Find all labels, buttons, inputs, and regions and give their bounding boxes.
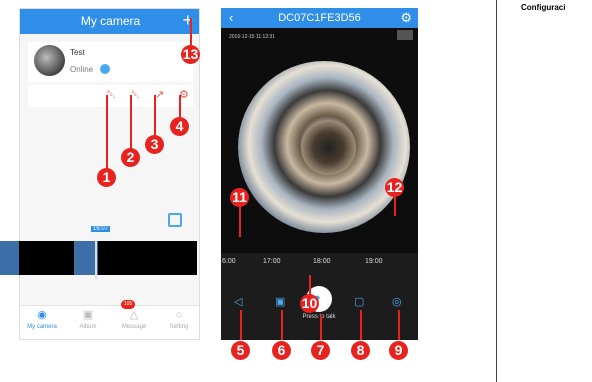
marker-stem [106,95,108,170]
online-indicator-icon [100,64,110,74]
nav-setting[interactable]: ○ Setting [157,309,199,330]
marker-11: 11 [230,188,249,207]
camera-thumbnail [34,45,65,76]
bell-icon: △ [129,309,139,321]
marker-4: 4 [170,117,189,136]
marker-12: 12 [385,178,404,197]
marker-9: 9 [389,341,408,360]
camera-name: Test [70,48,85,57]
bottom-nav: ◉ My camera ▣ Album △ Message ○ Setting [20,305,199,339]
marker-stem [179,95,181,117]
album-icon: ▣ [82,309,94,321]
header-bar: My camera + [20,9,199,34]
device-id-title: DC07C1FE3D56 [278,12,361,24]
video-timestamp: 2016-12-15 11:12:31 [229,34,276,40]
marker-stem [309,275,311,295]
bell-icon[interactable]: ␇ [107,89,116,101]
view-mode-icon[interactable] [168,213,182,227]
timeline[interactable] [0,241,197,275]
marker-stem [394,196,396,216]
current-time-label: 16:07 [91,226,111,232]
camera-tools-row: ␇ ␡ ↗ ⚙ [28,85,193,107]
speaker-icon[interactable]: ◁ [234,296,242,308]
marker-1: 1 [97,168,116,187]
camera-status: Online [70,65,94,74]
fisheye-center [301,120,356,175]
share-icon[interactable]: ↗ [155,89,164,101]
marker-stem [239,207,241,237]
nav-label: Message [121,324,147,330]
nav-my-camera[interactable]: ◉ My camera [20,309,64,330]
press-to-talk-label: Press to talk [302,314,336,320]
timeline-tick: 19:00 [365,258,383,265]
user-icon: ○ [175,309,183,321]
marker-8: 8 [351,341,370,360]
marker-5: 5 [231,341,250,360]
message-badge: 105 [121,300,135,309]
marker-stem [281,310,283,340]
marker-stem [190,18,192,46]
marker-13: 13 [181,45,200,64]
page-title: My camera [80,14,141,28]
marker-stem [130,95,132,150]
nav-label: My camera [27,324,57,330]
timeline-recording-segment [0,241,19,275]
record-icon[interactable]: ▢ [354,296,364,308]
divider [496,0,497,382]
trash-icon[interactable]: ␡ [131,89,140,101]
header-bar: ‹ DC07C1FE3D56 ⚙ [221,8,418,28]
marker-stem [398,310,400,340]
hd-icon[interactable]: ◎ [392,296,402,308]
camera-icon[interactable]: ▣ [275,296,285,308]
marker-stem [154,95,156,135]
nav-album[interactable]: ▣ Album [66,309,110,330]
nav-label: Album [79,324,97,330]
timeline-cursor[interactable] [95,241,97,279]
marker-2: 2 [121,148,140,167]
camera-icon: ◉ [37,309,47,321]
timeline-tick: 18:00 [313,258,331,265]
gear-icon[interactable]: ⚙ [400,10,412,26]
marker-stem [320,315,322,340]
marker-3: 3 [145,135,164,154]
nav-label: Setting [169,324,189,330]
marker-stem [360,310,362,340]
camera-list-item[interactable]: Test Online [28,42,193,82]
section-title: Configuraci [521,3,566,12]
nav-message[interactable]: △ Message [112,309,156,330]
hd-toggle[interactable] [397,30,413,40]
marker-6: 6 [272,341,291,360]
timeline-tick: 6:00 [222,258,236,265]
timeline-tick: 17:00 [263,258,281,265]
marker-7: 7 [311,341,330,360]
marker-10: 10 [300,294,319,313]
marker-stem [240,310,242,340]
